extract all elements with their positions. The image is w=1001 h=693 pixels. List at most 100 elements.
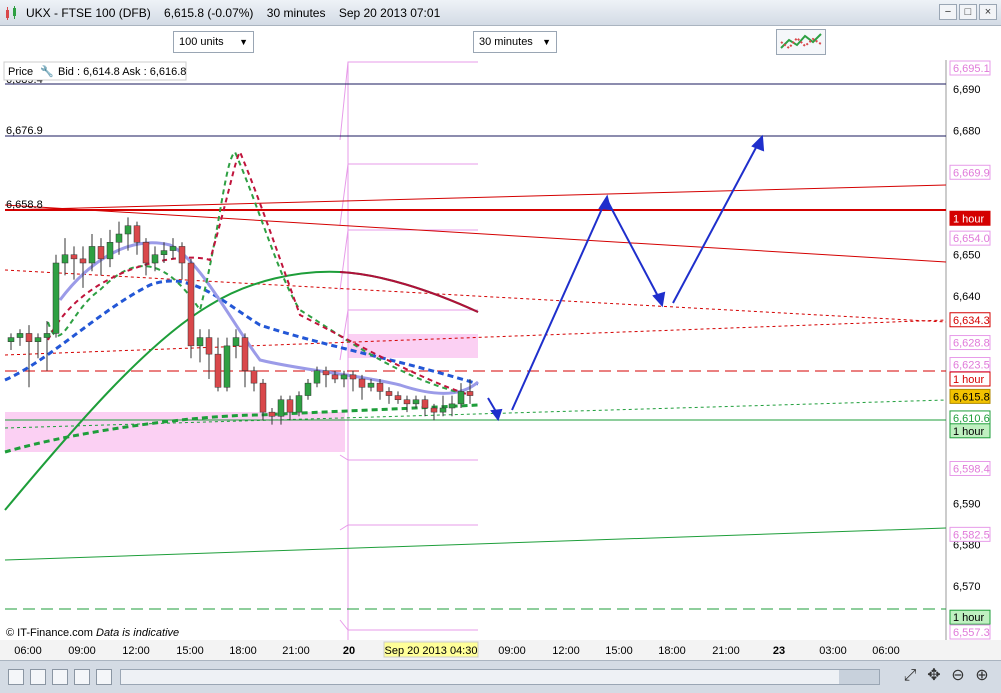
close-button[interactable]: × (979, 4, 997, 20)
candle-body (286, 399, 294, 413)
candle-body (268, 411, 276, 417)
price-tag-label: 6,610.6 (953, 413, 990, 425)
wrench-icon[interactable]: 🔧 (40, 64, 54, 78)
time-tick-label: 15:00 (176, 645, 204, 657)
move-icon[interactable]: ✥ (924, 667, 944, 687)
candle-body (322, 370, 330, 376)
candle-body (187, 262, 195, 347)
candle-body (151, 254, 159, 264)
candle-body (457, 391, 465, 405)
candle-body (412, 399, 420, 405)
candle-body (430, 407, 438, 413)
candle-body (61, 254, 69, 264)
candle-body (349, 374, 357, 380)
candle-body (439, 407, 447, 413)
candle-body (259, 382, 267, 413)
price-tag-label: 1 hour (953, 374, 985, 386)
candle-body (232, 337, 240, 347)
candle-body (25, 333, 33, 342)
price-tag-label: 1 hour (953, 213, 985, 225)
zoom-in-icon[interactable]: ⊕ (972, 667, 992, 687)
time-tick-label: Sep 20 2013 04:30 (385, 645, 478, 657)
price-tag-label: 6,582.5 (953, 529, 990, 541)
candle-body (196, 337, 204, 347)
time-tick-label: 23 (773, 645, 785, 657)
time-tick-label: 15:00 (605, 645, 633, 657)
chevron-down-icon: ▼ (239, 37, 248, 47)
candle-body (97, 246, 105, 260)
instrument-name: UKX - FTSE 100 (DFB) (26, 5, 151, 20)
price-tick-label: 6,650 (953, 250, 981, 262)
price-label: Price (8, 66, 33, 78)
candle-body (448, 403, 456, 409)
time-tick-label: 18:00 (658, 645, 686, 657)
price-tag-label: 6,557.3 (953, 627, 990, 639)
price-tag-label: 1 hour (953, 426, 985, 438)
candle-body (160, 250, 168, 255)
minimize-button[interactable]: − (939, 4, 957, 20)
chevron-down-icon: ▼ (542, 37, 551, 47)
price-tick-label: 6,680 (953, 125, 981, 137)
time-tick-label: 21:00 (282, 645, 310, 657)
candle-body (178, 246, 186, 264)
time-tick-label: 09:00 (498, 645, 526, 657)
price-tag-label: 6,695.1 (953, 63, 990, 75)
time-tick-label: 09:00 (68, 645, 96, 657)
time-tick-label: 03:00 (819, 645, 847, 657)
price-tag-label: 6,628.8 (953, 338, 990, 350)
candle-body (421, 399, 429, 409)
fit-icon[interactable]: ⤢ (900, 667, 920, 687)
time-scrollbar[interactable] (120, 669, 880, 685)
time-tick-label: 20 (343, 645, 355, 657)
candle-body (466, 391, 474, 396)
table-icon[interactable] (96, 669, 112, 685)
candle-body (403, 399, 411, 405)
price-tag-label: 6,598.4 (953, 463, 990, 475)
list-icon[interactable] (74, 669, 90, 685)
cursor-icon[interactable] (30, 669, 46, 685)
candle-body (214, 353, 222, 388)
candle-body (16, 333, 24, 338)
candle-body (133, 225, 141, 243)
candle-body (106, 242, 114, 260)
bottom-toolbar: ⤢ ✥ ⊖ ⊕ (0, 660, 1001, 693)
time-tick-label: 06:00 (872, 645, 900, 657)
time-tick-label: 06:00 (14, 645, 42, 657)
session-range-box (5, 412, 345, 452)
disclaimer-text: Data is indicative (96, 627, 179, 639)
indicators-icon (780, 33, 822, 50)
chart-toolbar: 100 units ▼ 30 minutes ▼ (0, 26, 1001, 60)
zoom-out-icon[interactable]: ⊖ (948, 667, 968, 687)
interval-dropdown-label: 30 minutes (479, 36, 533, 48)
candle-body (34, 337, 42, 342)
level-label-6658: 6,658.8 (6, 199, 43, 211)
candle-body (223, 345, 231, 388)
price-tag-label: 6,615.8 (953, 391, 990, 403)
price-tag-label: 6,654.0 (953, 233, 990, 245)
interval-text: 30 minutes (266, 5, 326, 20)
candle-body (394, 395, 402, 400)
candle-body (376, 382, 384, 392)
price-tick-label: 6,590 (953, 498, 981, 510)
draw-icon[interactable] (52, 669, 68, 685)
candle-body (7, 337, 15, 342)
candle-body (115, 233, 123, 243)
chart-canvas[interactable]: 6,689.4 6,676.9 6,658.8 6,6906,6806,6506… (0, 60, 1001, 640)
chart-indicators-button[interactable] (776, 29, 826, 55)
interval-dropdown[interactable]: 30 minutes ▼ (473, 31, 557, 53)
candle-body (358, 378, 366, 388)
bid-ask-text: Bid : 6,614.8 Ask : 6,616.8 (58, 66, 186, 78)
units-dropdown[interactable]: 100 units ▼ (173, 31, 254, 53)
candle-body (169, 246, 177, 251)
chart-app-icon (6, 5, 16, 20)
candle-body (241, 337, 249, 371)
price-tick-label: 6,640 (953, 291, 981, 303)
scroll-thumb[interactable] (839, 670, 879, 684)
maximize-button[interactable]: □ (959, 4, 977, 20)
session-range-box-2 (348, 334, 478, 358)
candle-body (43, 333, 51, 338)
crosshair-icon[interactable] (8, 669, 24, 685)
candle-body (313, 370, 321, 384)
price-chart[interactable]: 6,689.4 6,676.9 6,658.8 6,6906,6806,6506… (0, 60, 1001, 640)
candle-body (142, 242, 150, 264)
